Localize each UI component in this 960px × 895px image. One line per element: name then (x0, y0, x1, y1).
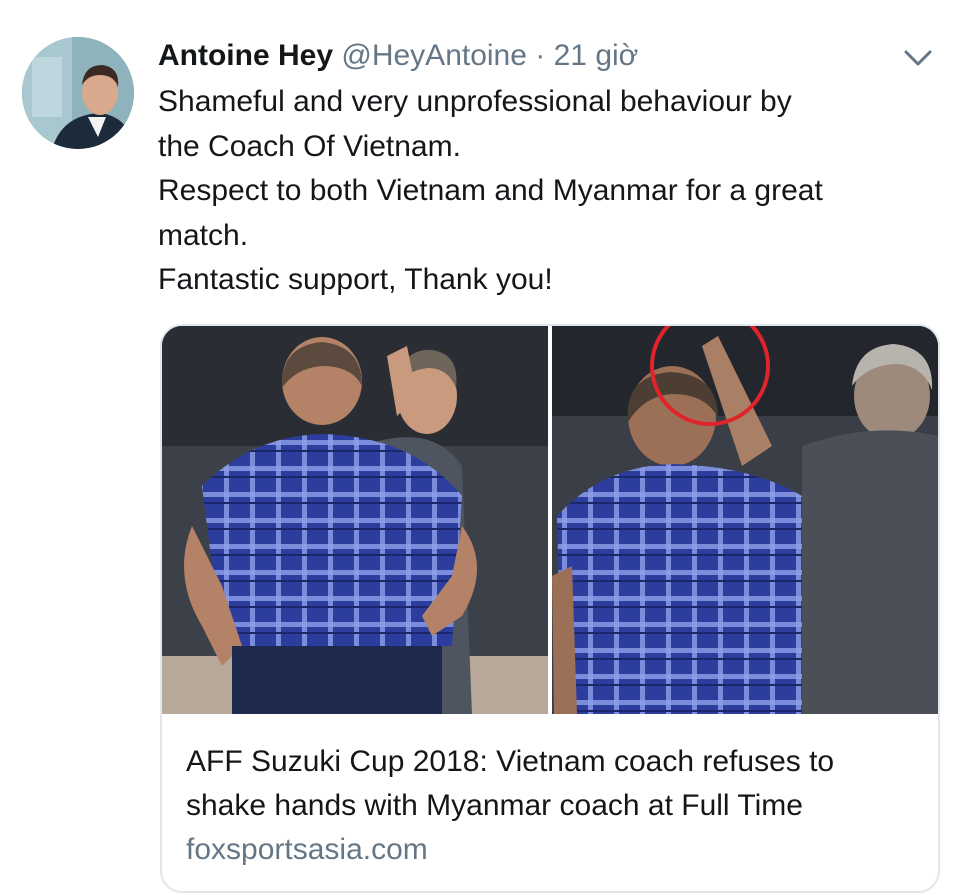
avatar-image (22, 37, 134, 149)
tweet-text-line: the Coach Of Vietnam. (158, 129, 461, 163)
tweet-text-line: match. (158, 218, 249, 252)
separator-dot: · (535, 39, 546, 72)
card-title-line: shake hands with Myanmar coach at Full T… (186, 789, 803, 822)
card-image (162, 326, 938, 714)
card-title-line: AFF Suzuki Cup 2018: Vietnam coach refus… (186, 745, 835, 778)
tweet-text-line: Fantastic support, Thank you! (158, 263, 553, 296)
tweet-text-line: Respect to both Vietnam and Myanmar for … (158, 174, 823, 207)
card-body: AFF Suzuki Cup 2018: Vietnam coach refus… (162, 716, 938, 872)
tweet-timestamp[interactable]: 21 giờ (554, 39, 639, 72)
author-handle[interactable]: @HeyAntoine (341, 39, 527, 72)
card-domain[interactable]: foxsportsasia.com (186, 828, 914, 872)
match-photo (162, 326, 938, 714)
author-name[interactable]: Antoine Hey (158, 39, 333, 72)
link-preview-card[interactable]: AFF Suzuki Cup 2018: Vietnam coach refus… (160, 324, 940, 893)
tweet-header: Antoine Hey @HeyAntoine · 21 giờ (158, 32, 880, 80)
tweet-text-line: Shameful and very unprofessional behavio… (158, 85, 792, 118)
tweet-text: Shameful and very unprofessional behavio… (158, 80, 938, 303)
author-avatar[interactable] (22, 37, 134, 149)
card-title[interactable]: AFF Suzuki Cup 2018: Vietnam coach refus… (186, 740, 914, 828)
chevron-down-icon[interactable] (900, 40, 936, 76)
